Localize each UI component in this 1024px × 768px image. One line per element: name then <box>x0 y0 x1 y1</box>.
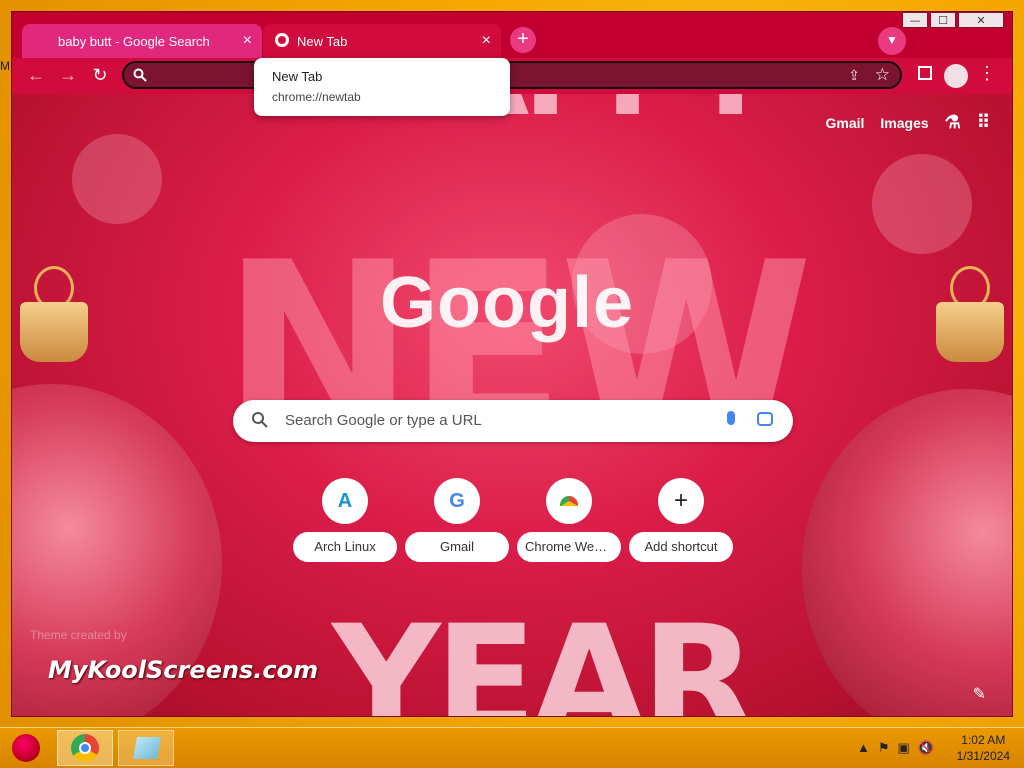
tab-close-icon[interactable]: × <box>482 32 491 50</box>
clock-date: 1/31/2024 <box>956 749 1010 763</box>
tab-search-chevron-icon[interactable]: ▼ <box>878 27 906 55</box>
tooltip-url: chrome://newtab <box>272 90 361 104</box>
tab-strip: — ☐ ✕ baby butt - Google Search × New Ta… <box>12 12 1012 58</box>
search-placeholder: Search Google or type a URL <box>285 412 482 429</box>
forward-arrow-icon[interactable]: → <box>56 64 80 88</box>
apps-grid-icon[interactable]: ⠿ <box>977 112 990 133</box>
watermark-text: MyKoolScreens.com <box>48 656 319 684</box>
system-tray: ▲⚑▣🔇 <box>857 740 942 756</box>
tab-title: baby butt - Google Search <box>58 33 210 49</box>
show-hidden-icons-icon[interactable]: ▲ <box>857 740 878 755</box>
tab-close-icon[interactable]: × <box>243 32 252 50</box>
google-g-icon: G <box>434 478 480 524</box>
theme-credit[interactable]: Theme created by <box>30 628 127 642</box>
right-ornament <box>802 389 1012 716</box>
chrome-icon <box>71 734 99 762</box>
new-tab-button[interactable]: + <box>510 27 536 53</box>
bokeh-light <box>72 134 162 224</box>
shortcut-chrome-web-store[interactable]: Chrome Web ... <box>517 478 621 562</box>
new-tab-page: HAPPY NEW YEAR Gmail Images ⚗ ⠿ Google S… <box>12 94 1012 717</box>
google-logo: Google <box>380 263 634 343</box>
right-ornament-cap <box>936 302 1004 362</box>
arch-linux-icon: A <box>322 478 368 524</box>
notepad-icon <box>133 737 161 759</box>
gmail-link[interactable]: Gmail <box>826 115 865 131</box>
minimize-button[interactable]: — <box>902 12 928 28</box>
shortcut-arch-linux[interactable]: A Arch Linux <box>293 478 397 562</box>
search-icon <box>133 68 147 82</box>
tab-title: New Tab <box>297 33 348 49</box>
volume-muted-icon[interactable]: 🔇 <box>918 740 942 755</box>
voice-search-mic-icon[interactable] <box>727 411 735 425</box>
tab-hover-tooltip: New Tab chrome://newtab <box>254 58 510 116</box>
menu-dots-icon[interactable]: ⋮ <box>978 63 996 84</box>
taskbar-chrome-button[interactable] <box>57 730 113 766</box>
address-bar[interactable]: ⇪ ☆ <box>122 61 902 89</box>
windows-taskbar: ▲⚑▣🔇 1:02 AM 1/31/2024 <box>0 727 1024 768</box>
maximize-button[interactable]: ☐ <box>930 12 956 28</box>
shortcut-label: Arch Linux <box>293 532 397 562</box>
clock-time: 1:02 AM <box>961 733 1006 747</box>
start-ornament-icon[interactable] <box>12 734 40 762</box>
bokeh-light <box>872 154 972 254</box>
tab-new-tab[interactable]: New Tab × <box>263 24 501 58</box>
shortcut-label: Chrome Web ... <box>517 532 621 562</box>
top-links: Gmail Images ⚗ ⠿ <box>826 112 990 133</box>
shortcut-add[interactable]: + Add shortcut <box>629 478 733 562</box>
tooltip-title: New Tab <box>272 69 323 84</box>
window-controls: — ☐ ✕ <box>900 12 1004 28</box>
chrome-icon <box>275 33 289 47</box>
ntp-search-box[interactable]: Search Google or type a URL <box>233 400 793 442</box>
flag-icon[interactable]: ⚑ <box>878 740 898 755</box>
left-ornament-cap <box>20 302 88 362</box>
shortcut-label: Gmail <box>405 532 509 562</box>
search-icon <box>252 412 268 428</box>
customize-pencil-icon[interactable]: ✎ <box>973 684 986 704</box>
images-link[interactable]: Images <box>880 115 928 131</box>
chrome-window: — ☐ ✕ baby butt - Google Search × New Ta… <box>11 11 1013 717</box>
reload-icon[interactable]: ↻ <box>88 64 112 88</box>
side-panel-icon[interactable] <box>918 66 932 80</box>
shortcut-label: Add shortcut <box>629 532 733 562</box>
back-arrow-icon[interactable]: ← <box>24 64 48 88</box>
desktop-edge-text: M <box>0 59 10 73</box>
google-lens-icon[interactable] <box>757 412 773 426</box>
taskbar-notepad-button[interactable] <box>118 730 174 766</box>
chrome-web-store-icon <box>546 478 592 524</box>
labs-flask-icon[interactable]: ⚗ <box>945 112 961 133</box>
tab-baby-butt-search[interactable]: baby butt - Google Search × <box>22 24 262 58</box>
profile-avatar-icon[interactable] <box>944 64 968 88</box>
browser-toolbar: ← → ↻ ⇪ ☆ ⋮ <box>12 58 1012 94</box>
year-lettering: YEAR <box>332 594 757 717</box>
network-icon[interactable]: ▣ <box>898 740 918 755</box>
bookmark-star-icon[interactable]: ☆ <box>875 65 890 85</box>
shortcut-gmail[interactable]: G Gmail <box>405 478 509 562</box>
share-icon[interactable]: ⇪ <box>848 67 860 84</box>
clock[interactable]: 1:02 AM 1/31/2024 <box>957 732 1010 764</box>
add-shortcut-icon: + <box>658 478 704 524</box>
close-window-button[interactable]: ✕ <box>958 12 1004 28</box>
